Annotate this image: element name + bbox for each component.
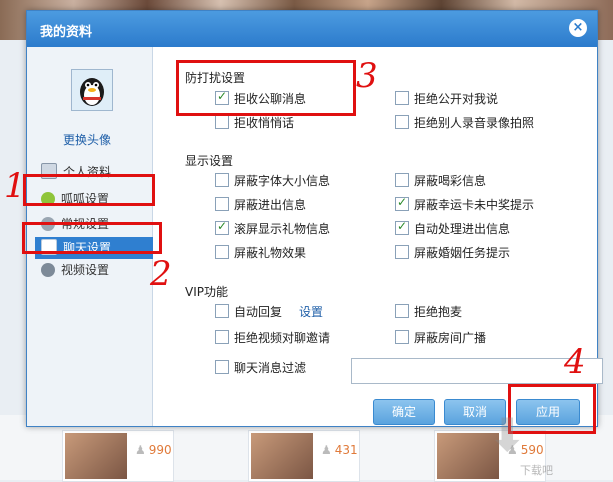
annotation-number-1: 1 [4,166,26,206]
sidebar-item-video-settings[interactable]: 视频设置 [35,259,153,281]
annotation-number-2: 2 [150,254,172,294]
person-icon: ♟ [135,443,146,457]
checkbox[interactable] [395,219,409,235]
checkbox[interactable] [395,91,409,105]
ok-button[interactable]: 确定 [373,399,435,425]
penguin-icon [80,78,104,106]
auto-reply-option[interactable]: 自动回复 [215,303,282,320]
dialog-title: 我的资料 [40,25,93,40]
block-font-size-option[interactable]: 屏蔽字体大小信息 [215,172,330,189]
annotation-box-1 [23,174,155,206]
change-avatar-link[interactable]: 更换头像 [63,131,111,148]
dialog-titlebar[interactable]: 我的资料 × [27,11,597,47]
avatar[interactable] [71,69,113,111]
auto-reply-settings-link[interactable]: 设置 [299,303,323,320]
checkbox[interactable] [395,330,409,344]
background-card[interactable]: ♟ 990 [62,430,174,482]
background-thumbnail [251,433,313,479]
watermark-text: 下载吧 [520,464,553,477]
annotation-box-3 [176,60,356,116]
block-cheer-option[interactable]: 屏蔽喝彩信息 [395,172,486,189]
checkbox[interactable] [215,173,229,187]
scroll-gift-info-option[interactable]: 滚屏显示礼物信息 [215,219,330,237]
checkbox[interactable] [395,115,409,129]
vip-section-title: VIP功能 [185,285,228,299]
checkbox[interactable] [215,219,229,235]
auto-process-enter-exit-option[interactable]: 自动处理进出信息 [395,219,510,237]
block-enter-exit-option[interactable]: 屏蔽进出信息 [215,196,306,213]
video-icon [41,263,55,277]
reject-hold-mic-option[interactable]: 拒绝抱麦 [395,303,462,320]
annotation-number-3: 3 [356,56,378,96]
checkbox[interactable] [395,173,409,187]
close-button[interactable]: × [569,19,587,37]
checkbox[interactable] [215,197,229,211]
checkbox[interactable] [215,360,229,374]
background-thumbnail [65,433,127,479]
sidebar-item-label: 视频设置 [61,263,110,277]
background-count: ♟ 431 [321,443,358,457]
reject-public-to-me-option[interactable]: 拒绝公开对我说 [395,90,498,107]
checkbox[interactable] [395,304,409,318]
reject-video-chat-option[interactable]: 拒绝视频对聊邀请 [215,329,330,346]
checkbox[interactable] [215,330,229,344]
annotation-box-2 [22,222,162,254]
checkbox[interactable] [215,304,229,318]
checkbox[interactable] [395,245,409,259]
background-count: ♟ 990 [135,443,172,457]
person-icon: ♟ [321,443,332,457]
checkbox[interactable] [395,195,409,211]
chat-message-filter-option[interactable]: 聊天消息过滤 [215,359,306,376]
block-room-broadcast-option[interactable]: 屏蔽房间广播 [395,329,486,346]
block-marriage-task-option[interactable]: 屏蔽婚姻任务提示 [395,244,510,261]
block-gift-effect-option[interactable]: 屏蔽礼物效果 [215,244,306,261]
reject-recording-option[interactable]: 拒绝别人录音录像拍照 [395,114,534,131]
background-card[interactable]: ♟ 431 [248,430,360,482]
annotation-number-4: 4 [564,342,586,382]
display-section-title: 显示设置 [185,154,234,168]
checkbox[interactable] [215,245,229,259]
block-lucky-card-option[interactable]: 屏蔽幸运卡未中奖提示 [395,195,534,213]
checkbox[interactable] [215,115,229,129]
reject-whisper-option[interactable]: 拒收悄悄话 [215,114,294,131]
